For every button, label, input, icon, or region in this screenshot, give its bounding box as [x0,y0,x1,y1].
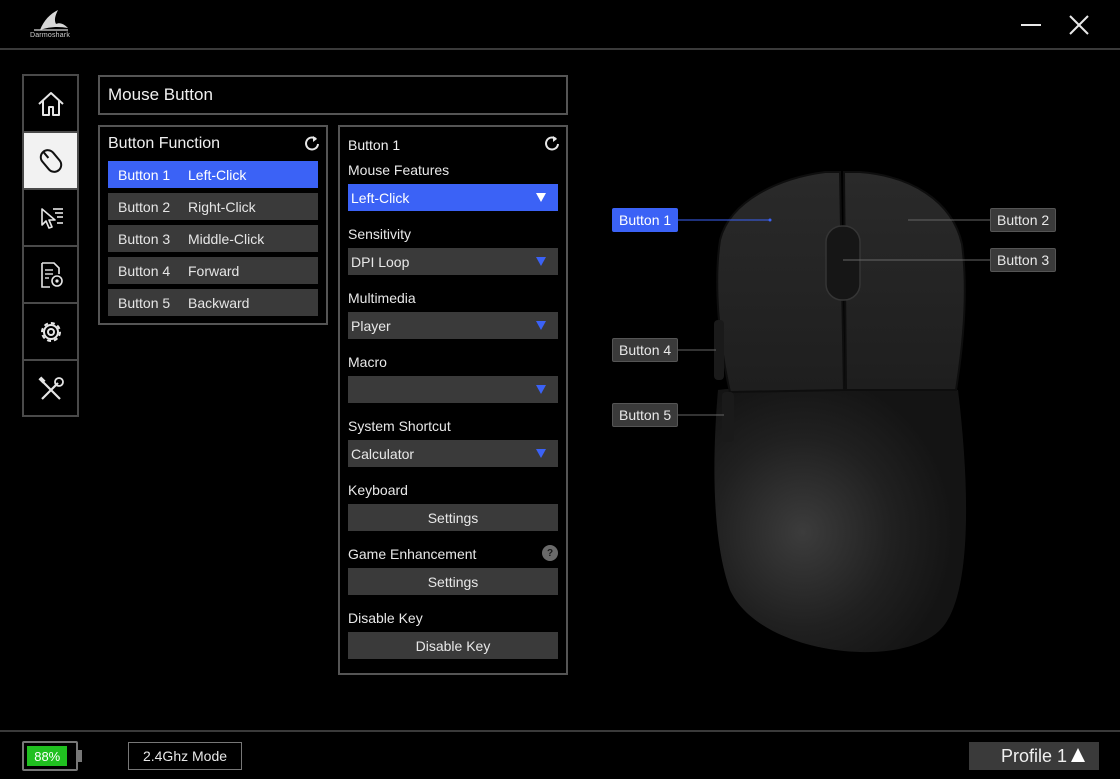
button-row-value: Forward [188,262,240,279]
chevron-down-icon [536,385,546,394]
sidebar-item-tools[interactable] [24,361,77,418]
reset-icon[interactable] [543,134,561,152]
logo-text: Darmoshark [29,32,71,39]
chevron-down-icon [536,449,546,458]
mouse-callout-button-2[interactable]: Button 2 [990,208,1057,232]
sensitivity-dropdown[interactable]: DPI Loop [348,248,558,275]
button-config-panel: Button 1 Mouse Features Left-Click Sensi… [338,125,568,675]
disable-key-button[interactable]: Disable Key [348,632,558,659]
wrench-screwdriver-icon [37,375,64,400]
document-gear-icon [40,261,63,288]
chevron-up-icon [1071,748,1085,762]
chevron-down-icon [536,257,546,266]
battery-tip [78,750,82,762]
dropdown-value: DPI Loop [351,253,410,270]
config-title: Button 1 [348,137,401,153]
button-function-title: Button Function [108,135,221,152]
sidebar [22,74,79,417]
page-title: Mouse Button [98,75,568,115]
home-icon [37,91,64,116]
sidebar-item-pointer[interactable] [24,190,77,247]
mouse-callout-button-1[interactable]: Button 1 [612,208,679,232]
reset-icon[interactable] [303,134,321,152]
sidebar-item-home[interactable] [24,76,77,133]
button-row-key: Button 5 [118,294,171,311]
dropdown-value: Calculator [351,445,415,462]
disable-key-label: Disable Key [348,610,423,626]
button-row-key: Button 2 [118,198,171,215]
mouse-callout-button-3[interactable]: Button 3 [990,248,1057,272]
dropdown-value: Player [351,317,391,334]
darmoshark-logo: Darmoshark [22,8,78,44]
mouse-callout-button-4[interactable]: Button 4 [612,338,679,362]
multimedia-dropdown[interactable]: Player [348,312,558,339]
battery-body: 88% [22,741,78,771]
button-row-4[interactable]: Button 4 Forward [108,257,318,284]
dropdown-value: Left-Click [351,189,410,206]
battery-level: 88% [27,746,68,766]
mouse-preview: Button 1 Button 2 Button 3 Button 4 Butt… [600,160,1080,680]
mouse-icon [39,148,62,173]
sidebar-item-config[interactable] [24,247,77,304]
button-row-1[interactable]: Button 1 Left-Click [108,161,318,188]
button-function-panel: Button Function Button 1 Left-Click Butto… [98,125,328,325]
help-icon[interactable]: ? [542,545,558,561]
sensitivity-label: Sensitivity [348,226,412,242]
game-enhancement-label: Game Enhancement [348,546,477,562]
macro-label: Macro [348,354,387,370]
button-row-value: Right-Click [188,198,256,215]
profile-selector[interactable]: Profile 1 [969,742,1099,770]
chevron-down-icon [536,193,546,202]
button-row-2[interactable]: Button 2 Right-Click [108,193,318,220]
close-button[interactable] [1064,10,1094,40]
keyboard-label: Keyboard [348,482,408,498]
minimize-icon [1021,24,1041,26]
macro-dropdown[interactable] [348,376,558,403]
button-row-key: Button 1 [118,166,171,183]
mouse-callout-button-5[interactable]: Button 5 [612,403,679,427]
button-row-3[interactable]: Button 3 Middle-Click [108,225,318,252]
title-bar: Darmoshark [0,0,1120,50]
button-row-value: Left-Click [188,166,247,183]
battery-indicator: 88% [22,741,82,771]
chevron-down-icon [536,321,546,330]
game-enhancement-settings-button[interactable]: Settings [348,568,558,595]
sidebar-item-mouse-button[interactable] [24,133,77,190]
keyboard-settings-button[interactable]: Settings [348,504,558,531]
cursor-settings-icon [40,207,63,229]
button-row-key: Button 4 [118,262,171,279]
button-row-5[interactable]: Button 5 Backward [108,289,318,316]
mouse-features-dropdown[interactable]: Left-Click [348,184,558,211]
system-shortcut-label: System Shortcut [348,418,451,434]
button-row-value: Backward [188,294,250,311]
profile-label: Profile 1 [1001,745,1068,766]
multimedia-label: Multimedia [348,290,416,306]
button-row-value: Middle-Click [188,230,265,247]
sidebar-item-settings[interactable] [24,304,77,361]
connection-mode: 2.4Ghz Mode [128,742,242,770]
system-shortcut-dropdown[interactable]: Calculator [348,440,558,467]
status-bar: 88% 2.4Ghz Mode Profile 1 [0,730,1120,779]
button-row-key: Button 3 [118,230,171,247]
gear-icon [40,321,61,342]
mouse-features-label: Mouse Features [348,162,450,178]
close-icon [1069,15,1089,35]
minimize-button[interactable] [1016,10,1046,40]
